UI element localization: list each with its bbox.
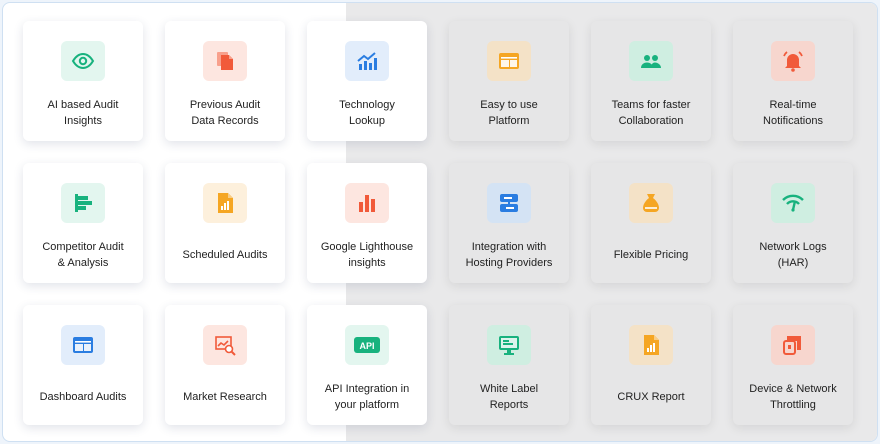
wifi-signal-icon [771,183,815,223]
devices-icon [771,325,815,365]
servers-icon [487,183,531,223]
feature-card-google-lighthouse[interactable]: Google Lighthouse insights [307,163,427,283]
documents-icon [203,41,247,81]
report-file-icon [203,183,247,223]
feature-label: Google Lighthouse insights [320,241,414,269]
feature-card-ai-audit-insights[interactable]: AI based Audit Insights [23,21,143,141]
feature-label: Easy to use Platform [480,99,538,127]
feature-label: Network Logs (HAR) [759,241,827,269]
feature-label: Scheduled Audits [182,249,268,261]
feature-card-network-logs[interactable]: Network Logs (HAR) [733,163,853,283]
feature-card-crux-report[interactable]: CRUX Report [591,305,711,425]
feature-card-device-throttling[interactable]: Device & Network Throttling [733,305,853,425]
feature-card-white-label-reports[interactable]: White Label Reports [449,305,569,425]
bell-icon [771,41,815,81]
bar-list-icon [61,183,105,223]
features-grid: AI based Audit Insights Previous Audit D… [3,3,877,441]
trend-chart-icon [345,41,389,81]
feature-label: Market Research [183,391,267,403]
feature-label: Integration with Hosting Providers [465,241,553,269]
feature-label: Dashboard Audits [39,391,127,403]
feature-label: Flexible Pricing [613,249,689,261]
features-panel: AI based Audit Insights Previous Audit D… [2,2,878,442]
feature-label: Teams for faster Collaboration [611,99,691,127]
feature-card-scheduled-audits[interactable]: Scheduled Audits [165,163,285,283]
feature-label: API Integration in your platform [324,383,410,411]
feature-label: Previous Audit Data Records [189,99,261,127]
feature-label: Technology Lookup [339,99,395,127]
feature-label: Competitor Audit & Analysis [42,241,124,269]
feature-card-realtime-notifications[interactable]: Real-time Notifications [733,21,853,141]
feature-card-dashboard-audits[interactable]: Dashboard Audits [23,305,143,425]
money-bag-icon [629,183,673,223]
feature-label: AI based Audit Insights [47,99,119,127]
feature-label: Real-time Notifications [763,99,823,127]
eye-icon [61,41,105,81]
feature-card-easy-platform[interactable]: Easy to use Platform [449,21,569,141]
team-icon [629,41,673,81]
feature-card-teams[interactable]: Teams for faster Collaboration [591,21,711,141]
monitor-icon [487,325,531,365]
feature-label: White Label Reports [479,383,539,411]
feature-label: Device & Network Throttling [749,383,837,411]
feature-card-flexible-pricing[interactable]: Flexible Pricing [591,163,711,283]
feature-card-competitor-audit[interactable]: Competitor Audit & Analysis [23,163,143,283]
feature-label: CRUX Report [617,391,685,403]
feature-card-market-research[interactable]: Market Research [165,305,285,425]
feature-card-hosting-integration[interactable]: Integration with Hosting Providers [449,163,569,283]
feature-card-previous-audit-data[interactable]: Previous Audit Data Records [165,21,285,141]
report-file-icon [629,325,673,365]
feature-card-api-integration[interactable]: API API Integration in your platform [307,305,427,425]
api-badge-text: API [359,341,374,351]
magnifier-chart-icon [203,325,247,365]
dashboard-icon [61,325,105,365]
feature-card-technology-lookup[interactable]: Technology Lookup [307,21,427,141]
bar-chart-icon [345,183,389,223]
browser-window-icon [487,41,531,81]
api-icon: API [345,325,389,365]
